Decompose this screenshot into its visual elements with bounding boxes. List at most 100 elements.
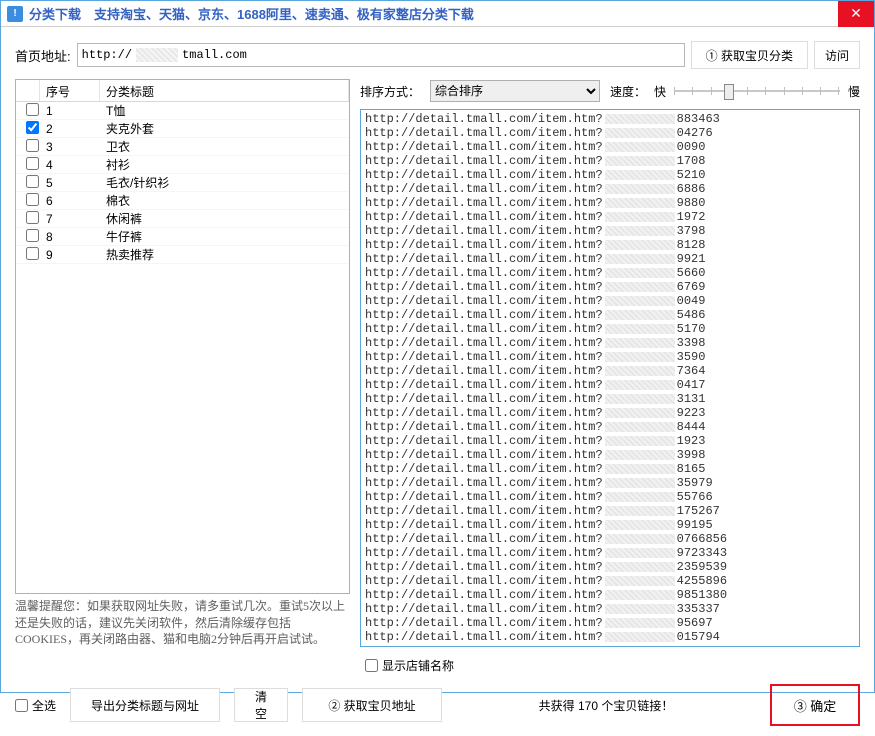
sort-select[interactable]: 综合排序 bbox=[430, 80, 600, 102]
row-title: 衬衫 bbox=[100, 156, 349, 173]
link-line[interactable]: http://detail.tmall.com/item.htm?2359539 bbox=[365, 560, 855, 574]
fetch-category-button[interactable]: ① 获取宝贝分类 bbox=[691, 41, 808, 69]
table-row[interactable]: 2夹克外套 bbox=[16, 120, 349, 138]
show-shop-input[interactable] bbox=[365, 659, 378, 672]
masked-segment bbox=[605, 198, 675, 208]
content-area: 首页地址: http:// tmall.com ① 获取宝贝分类 访问 序号 分… bbox=[1, 27, 874, 736]
table-row[interactable]: 3卫衣 bbox=[16, 138, 349, 156]
footer: 显示店铺名称 全选 导出分类标题与网址 清空 ② 获取宝贝地址 共获得 170 … bbox=[15, 657, 860, 726]
url-rest: tmall.com bbox=[180, 48, 247, 62]
link-line[interactable]: http://detail.tmall.com/item.htm?0090 bbox=[365, 140, 855, 154]
table-row[interactable]: 7休闲裤 bbox=[16, 210, 349, 228]
link-line[interactable]: http://detail.tmall.com/item.htm?5660 bbox=[365, 266, 855, 280]
link-line[interactable]: http://detail.tmall.com/item.htm?9880 bbox=[365, 196, 855, 210]
link-line[interactable]: http://detail.tmall.com/item.htm?5486 bbox=[365, 308, 855, 322]
row-checkbox[interactable] bbox=[26, 247, 39, 260]
link-line[interactable]: http://detail.tmall.com/item.htm?0766856 bbox=[365, 532, 855, 546]
row-checkbox[interactable] bbox=[26, 229, 39, 242]
clear-button[interactable]: 清空 bbox=[234, 688, 288, 722]
close-button[interactable]: ✕ bbox=[838, 1, 874, 27]
masked-segment bbox=[605, 632, 675, 642]
link-line[interactable]: http://detail.tmall.com/item.htm?99195 bbox=[365, 518, 855, 532]
link-listbox[interactable]: http://detail.tmall.com/item.htm?883463h… bbox=[360, 109, 860, 647]
speed-label: 速度： bbox=[610, 83, 646, 100]
url-input[interactable]: http:// tmall.com bbox=[77, 43, 685, 67]
link-line[interactable]: http://detail.tmall.com/item.htm?015794 bbox=[365, 630, 855, 644]
link-line[interactable]: http://detail.tmall.com/item.htm?55766 bbox=[365, 490, 855, 504]
masked-segment bbox=[605, 450, 675, 460]
fetch-address-button[interactable]: ② 获取宝贝地址 bbox=[302, 688, 442, 722]
masked-segment bbox=[605, 338, 675, 348]
row-checkbox[interactable] bbox=[26, 121, 39, 134]
masked-segment bbox=[605, 422, 675, 432]
link-line[interactable]: http://detail.tmall.com/item.htm?9851380 bbox=[365, 588, 855, 602]
link-line[interactable]: http://detail.tmall.com/item.htm?9723343 bbox=[365, 546, 855, 560]
link-line[interactable]: http://detail.tmall.com/item.htm?883463 bbox=[365, 112, 855, 126]
link-line[interactable]: http://detail.tmall.com/item.htm?8128 bbox=[365, 238, 855, 252]
masked-segment bbox=[605, 324, 675, 334]
footer-row1: 显示店铺名称 bbox=[15, 657, 860, 674]
speed-slider[interactable] bbox=[674, 82, 840, 100]
link-line[interactable]: http://detail.tmall.com/item.htm?3590 bbox=[365, 350, 855, 364]
url-protocol: http:// bbox=[78, 48, 134, 62]
link-line[interactable]: http://detail.tmall.com/item.htm?0417 bbox=[365, 378, 855, 392]
row-seq: 1 bbox=[40, 104, 100, 118]
table-row[interactable]: 4衬衫 bbox=[16, 156, 349, 174]
sort-label: 排序方式： bbox=[360, 83, 420, 100]
export-button[interactable]: 导出分类标题与网址 bbox=[70, 688, 220, 722]
row-checkbox[interactable] bbox=[26, 157, 39, 170]
link-line[interactable]: http://detail.tmall.com/item.htm?8444 bbox=[365, 420, 855, 434]
table-row[interactable]: 6棉衣 bbox=[16, 192, 349, 210]
link-line[interactable]: http://detail.tmall.com/item.htm?6769 bbox=[365, 280, 855, 294]
link-line[interactable]: http://detail.tmall.com/item.htm?95697 bbox=[365, 616, 855, 630]
link-line[interactable]: http://detail.tmall.com/item.htm?5210 bbox=[365, 168, 855, 182]
url-masked-host bbox=[136, 48, 178, 62]
link-line[interactable]: http://detail.tmall.com/item.htm?8165 bbox=[365, 462, 855, 476]
row-checkbox[interactable] bbox=[26, 211, 39, 224]
visit-button[interactable]: 访问 bbox=[814, 41, 860, 69]
link-line[interactable]: http://detail.tmall.com/item.htm?0049 bbox=[365, 294, 855, 308]
link-line[interactable]: http://detail.tmall.com/item.htm?175267 bbox=[365, 504, 855, 518]
footer-row2: 全选 导出分类标题与网址 清空 ② 获取宝贝地址 共获得 170 个宝贝链接！ … bbox=[15, 684, 860, 726]
row-checkbox[interactable] bbox=[26, 193, 39, 206]
row-checkbox[interactable] bbox=[26, 103, 39, 116]
masked-segment bbox=[605, 436, 675, 446]
masked-segment bbox=[605, 268, 675, 278]
row-checkbox[interactable] bbox=[26, 175, 39, 188]
select-all-checkbox[interactable]: 全选 bbox=[15, 697, 56, 714]
link-line[interactable]: http://detail.tmall.com/item.htm?1972 bbox=[365, 210, 855, 224]
table-row[interactable]: 5毛衣/针织衫 bbox=[16, 174, 349, 192]
masked-segment bbox=[605, 212, 675, 222]
masked-segment bbox=[605, 604, 675, 614]
table-row[interactable]: 8牛仔裤 bbox=[16, 228, 349, 246]
link-line[interactable]: http://detail.tmall.com/item.htm?4255896 bbox=[365, 574, 855, 588]
link-line[interactable]: http://detail.tmall.com/item.htm?335337 bbox=[365, 602, 855, 616]
row-title: 棉衣 bbox=[100, 192, 349, 209]
link-line[interactable]: http://detail.tmall.com/item.htm?5170 bbox=[365, 322, 855, 336]
link-line[interactable]: http://detail.tmall.com/item.htm?3131 bbox=[365, 392, 855, 406]
url-row: 首页地址: http:// tmall.com ① 获取宝贝分类 访问 bbox=[15, 41, 860, 69]
row-checkbox[interactable] bbox=[26, 139, 39, 152]
link-line[interactable]: http://detail.tmall.com/item.htm?3398 bbox=[365, 336, 855, 350]
link-line[interactable]: http://detail.tmall.com/item.htm?1708 bbox=[365, 154, 855, 168]
masked-segment bbox=[605, 492, 675, 502]
masked-segment bbox=[605, 520, 675, 530]
confirm-button[interactable]: ③ 确定 bbox=[770, 684, 860, 726]
titlebar: ! 分类下载 支持淘宝、天猫、京东、1688阿里、速卖通、极有家整店分类下载 ✕ bbox=[1, 1, 874, 27]
table-row[interactable]: 9热卖推荐 bbox=[16, 246, 349, 264]
masked-segment bbox=[605, 184, 675, 194]
slider-thumb[interactable] bbox=[724, 84, 734, 100]
link-line[interactable]: http://detail.tmall.com/item.htm?1923 bbox=[365, 434, 855, 448]
link-line[interactable]: http://detail.tmall.com/item.htm?35979 bbox=[365, 476, 855, 490]
select-all-input[interactable] bbox=[15, 699, 28, 712]
link-line[interactable]: http://detail.tmall.com/item.htm?6886 bbox=[365, 182, 855, 196]
link-line[interactable]: http://detail.tmall.com/item.htm?9223 bbox=[365, 406, 855, 420]
table-row[interactable]: 1T恤 bbox=[16, 102, 349, 120]
show-shop-checkbox[interactable]: 显示店铺名称 bbox=[365, 657, 454, 674]
link-line[interactable]: http://detail.tmall.com/item.htm?7364 bbox=[365, 364, 855, 378]
link-line[interactable]: http://detail.tmall.com/item.htm?04276 bbox=[365, 126, 855, 140]
link-line[interactable]: http://detail.tmall.com/item.htm?3798 bbox=[365, 224, 855, 238]
link-line[interactable]: http://detail.tmall.com/item.htm?9921 bbox=[365, 252, 855, 266]
speed-fast: 快 bbox=[654, 83, 666, 100]
link-line[interactable]: http://detail.tmall.com/item.htm?3998 bbox=[365, 448, 855, 462]
